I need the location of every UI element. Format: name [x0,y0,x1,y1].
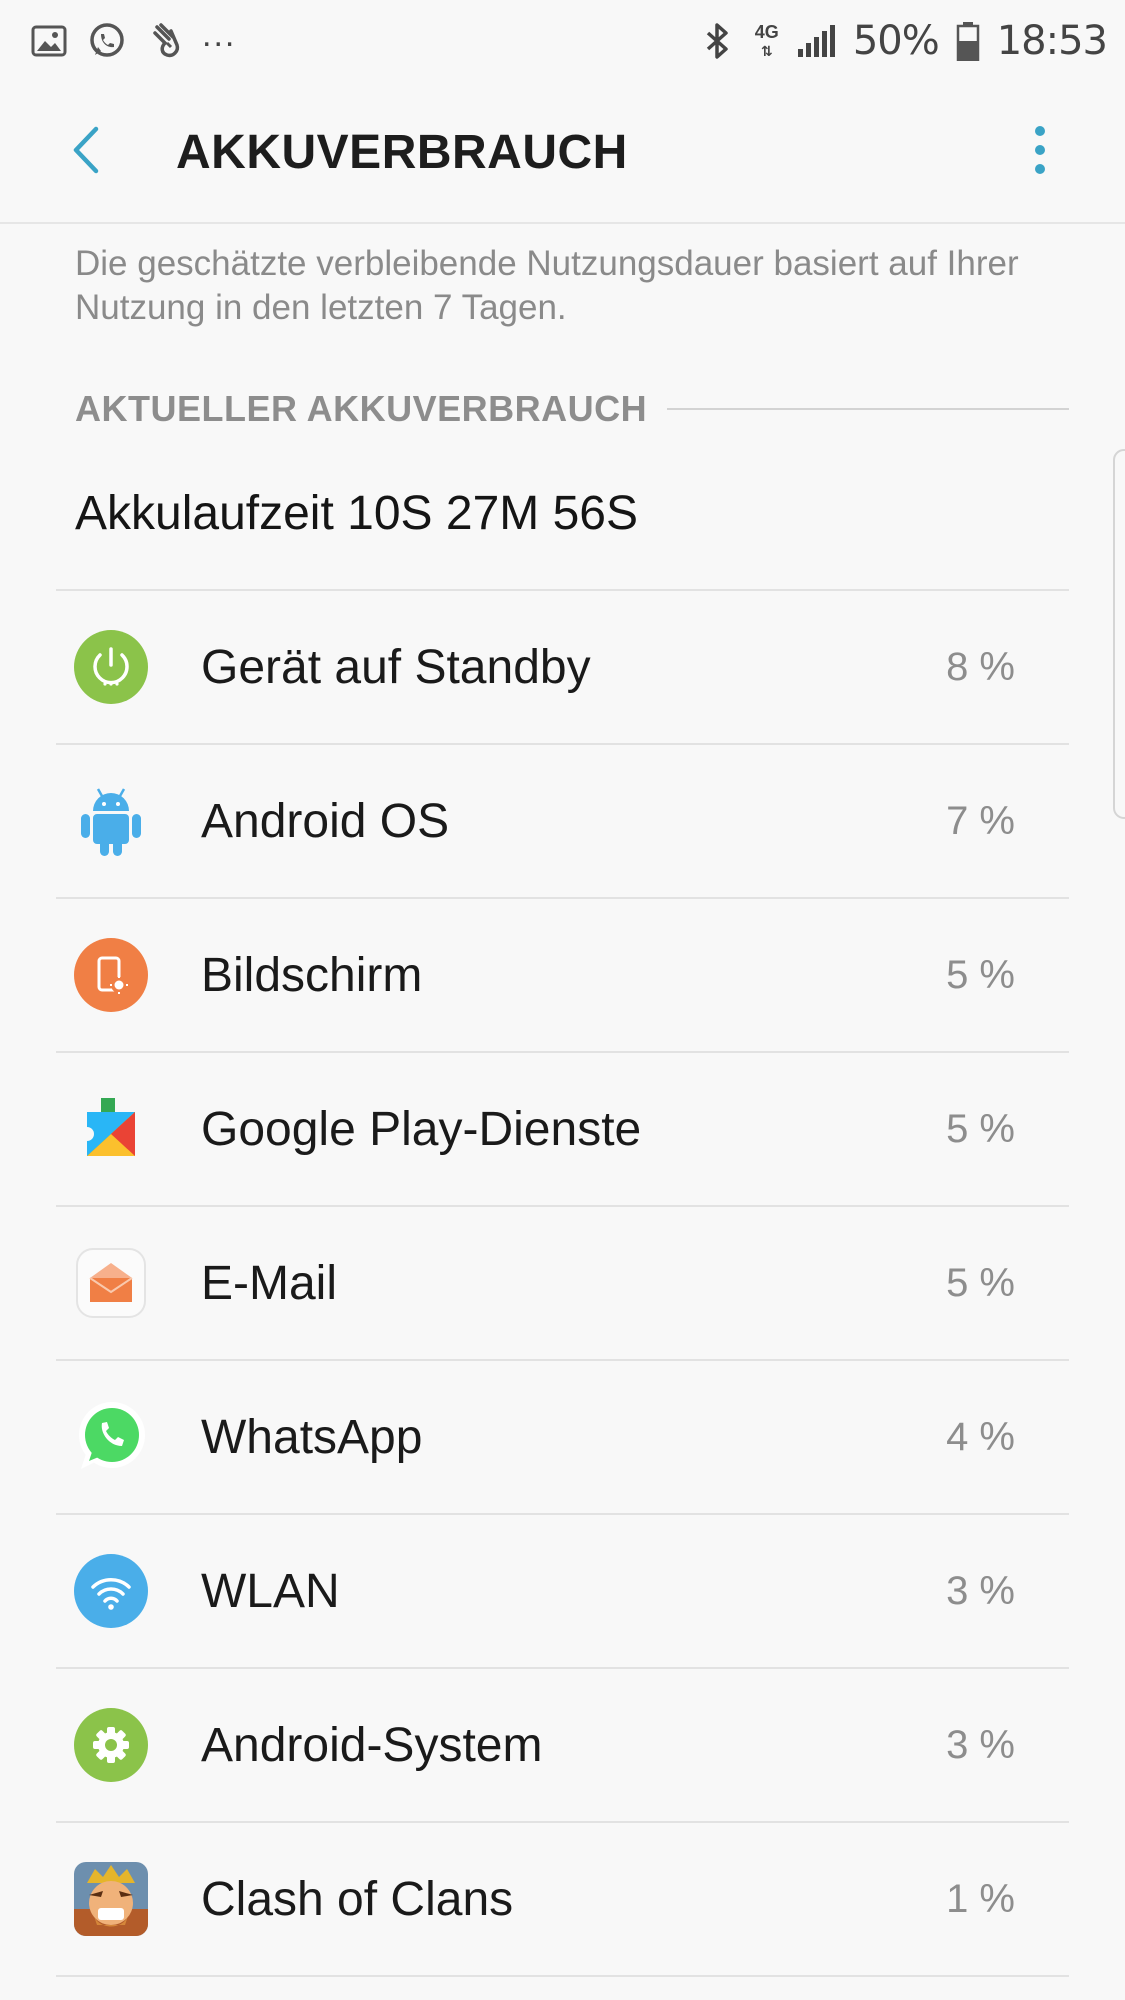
whatsapp-icon [73,1399,149,1475]
status-bar: ... 4G ⇅ 50% 18:53 [0,0,1125,82]
more-options-button[interactable] [1015,112,1065,192]
section-header: AKTUELLER AKKUVERBRAUCH [75,388,1069,430]
estimate-info-text: Die geschätzte verbleibende Nutzungsdaue… [75,244,1019,327]
section-divider [667,408,1069,410]
clock: 18:53 [996,18,1108,64]
list-item-percent: 7 % [946,798,1015,843]
bluetooth-icon [697,20,739,62]
network-type-indicator: 4G ⇅ [755,23,779,60]
data-arrows-icon: ⇅ [760,42,773,59]
list-item[interactable]: E-Mail 5 % [56,1207,1069,1361]
app-bar: AKKUVERBRAUCH [0,82,1125,224]
status-bar-left: ... [28,16,236,62]
content: Die geschätzte verbleibende Nutzungsdaue… [0,224,1125,1977]
gallery-icon [28,20,70,62]
network-type-label: 4G [754,21,779,42]
back-button[interactable] [55,122,115,182]
list-item-percent: 1 % [946,1876,1015,1921]
google-play-services-icon [73,1091,149,1167]
list-item-label: Google Play-Dienste [201,1102,642,1156]
list-item-label: WhatsApp [201,1410,423,1464]
list-item-label: E-Mail [201,1256,338,1310]
list-item-percent: 5 % [946,952,1015,997]
list-item[interactable]: Google Play-Dienste 5 % [56,1053,1069,1207]
more-notifications-indicator: ... [202,15,237,54]
hand-icon [144,20,186,62]
list-item[interactable]: WhatsApp 4 % [56,1361,1069,1515]
battery-icon [955,20,981,62]
list-item[interactable]: Android-System 3 % [56,1669,1069,1823]
clash-of-clans-icon [73,1861,149,1937]
settings-gear-icon [73,1707,149,1783]
whatsapp-notification-icon [86,20,128,62]
list-item-label: Bildschirm [201,948,423,1002]
list-item-label: Clash of Clans [201,1872,514,1926]
list-item-percent: 4 % [946,1414,1015,1459]
battery-runtime: Akkulaufzeit 10S 27M 56S [75,487,638,540]
page-title: AKKUVERBRAUCH [176,125,628,179]
email-icon [73,1245,149,1321]
battery-percent: 50% [852,18,940,64]
list-item[interactable]: Android OS 7 % [56,745,1069,899]
screen-brightness-icon [73,937,149,1013]
scroll-indicator [1113,449,1125,819]
wifi-icon [73,1553,149,1629]
more-vertical-icon [1033,125,1047,180]
chevron-left-icon [68,125,102,180]
list-item-label: Gerät auf Standby [201,640,591,694]
section-title: AKTUELLER AKKUVERBRAUCH [75,388,648,429]
list-item-label: Android OS [201,794,450,848]
standby-icon [73,629,149,705]
list-item-percent: 3 % [946,1568,1015,1613]
list-item-label: Android-System [201,1718,543,1772]
status-bar-right: 4G ⇅ 50% 18:53 [697,18,1108,64]
list-item[interactable]: Bildschirm 5 % [56,899,1069,1053]
signal-strength-icon [795,20,837,62]
list-item[interactable]: Gerät auf Standby 8 % [56,591,1069,745]
list-item-percent: 5 % [946,1260,1015,1305]
list-item-percent: 5 % [946,1106,1015,1151]
list-item-label: WLAN [201,1564,340,1618]
list-item-percent: 8 % [946,644,1015,689]
android-icon [73,783,149,859]
list-item[interactable]: WLAN 3 % [56,1515,1069,1669]
list-item-percent: 3 % [946,1722,1015,1767]
list-item[interactable]: Clash of Clans 1 % [56,1823,1069,1977]
usage-list: Gerät auf Standby 8 % Android OS 7 % Bil… [0,591,1125,1977]
